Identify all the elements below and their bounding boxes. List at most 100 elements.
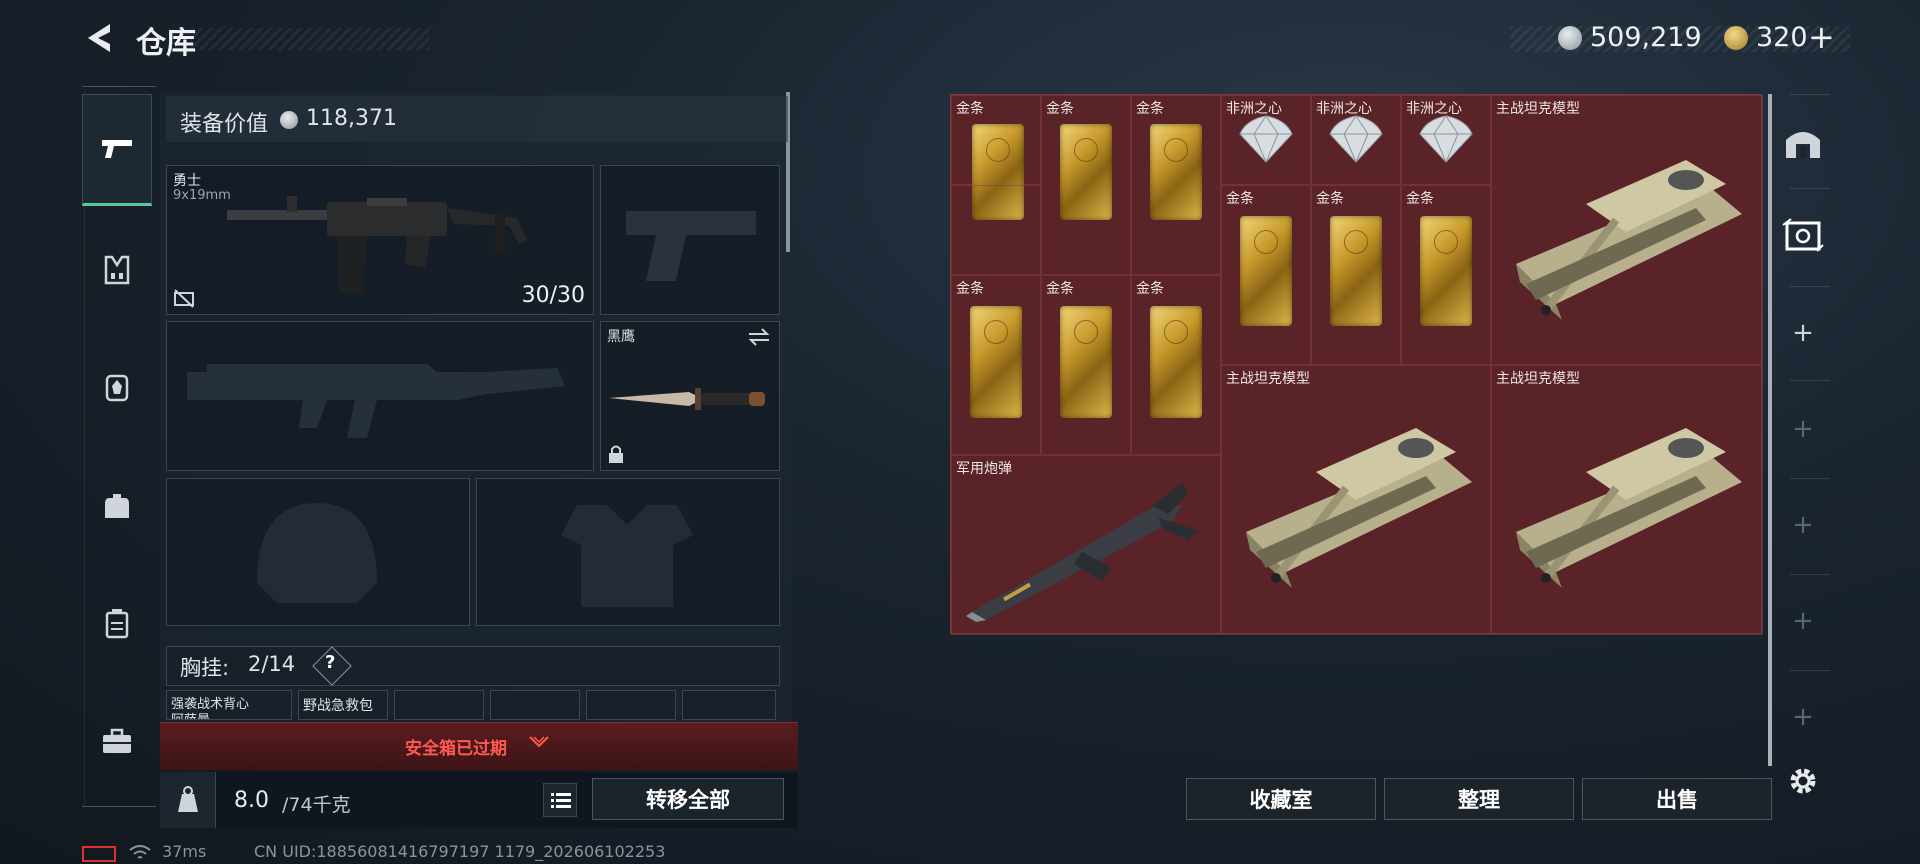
side-divider	[1790, 574, 1830, 575]
nav-tab-armor[interactable]	[82, 235, 152, 305]
melee-slot[interactable]: 黑鹰	[600, 321, 780, 471]
chest-slot[interactable]	[394, 690, 484, 720]
side-divider	[1790, 94, 1830, 95]
back-arrow-icon	[88, 24, 110, 52]
tank-model-image	[1516, 428, 1742, 588]
side-divider	[1790, 670, 1830, 671]
helmet-slot[interactable]	[166, 478, 470, 626]
chest-slot[interactable]	[682, 690, 776, 720]
stash-item-tank-model[interactable]: 主战坦克模型	[1491, 365, 1763, 635]
gold-bar-image	[1060, 306, 1112, 418]
battery-icon	[82, 846, 116, 862]
stash-item-military-shell[interactable]: 军用炮弹	[951, 455, 1221, 635]
stash-arch-icon	[1786, 132, 1820, 158]
chest-rig-count: 2/14	[248, 652, 296, 676]
chest-slot[interactable]: 野战急救包	[298, 690, 388, 720]
gear-value: 118,371	[306, 106, 397, 131]
nav-tab-case[interactable]	[82, 588, 152, 658]
toolbox-icon	[103, 728, 131, 753]
nav-tab-backpack[interactable]	[82, 470, 152, 540]
pistol-icon	[102, 140, 132, 158]
gear-value-label: 装备价值	[180, 112, 269, 137]
add-currency-button[interactable]: +	[1808, 18, 1835, 56]
page-title: 仓库	[136, 26, 196, 61]
rifle-silhouette-icon	[187, 364, 565, 438]
collection-room-button[interactable]: 收藏室	[1186, 778, 1376, 820]
stash-item-tank-model[interactable]: 主战坦克模型	[1221, 365, 1491, 635]
item-label: 金条	[1406, 191, 1434, 207]
side-divider	[1790, 380, 1830, 381]
gold-bar-image	[1150, 124, 1202, 220]
side-tab-stash[interactable]	[1780, 120, 1826, 166]
item-label: 金条	[1136, 101, 1164, 117]
secondary-weapon-slot[interactable]	[166, 321, 594, 471]
stash-item-diamond[interactable]: 非洲之心	[1401, 95, 1491, 185]
weight-max: /74千克	[282, 794, 351, 816]
stash-item-gold-bar[interactable]: 金条	[1041, 95, 1131, 275]
missile-image	[966, 482, 1198, 622]
nav-tab-chest-rig[interactable]	[82, 352, 152, 422]
help-question-mark: ?	[325, 652, 336, 673]
back-button[interactable]	[82, 20, 118, 56]
no-attachment-icon	[174, 289, 194, 308]
safe-box-icon	[1782, 218, 1824, 252]
chest-rig-label: 胸挂:	[180, 656, 230, 680]
add-storage-slot-button[interactable]: +	[1780, 502, 1826, 548]
body-armor-slot[interactable]	[476, 478, 780, 626]
tank-model-image	[1246, 428, 1472, 588]
add-storage-slot-button[interactable]: +	[1780, 694, 1826, 740]
stash-grid[interactable]: 金条 金条 金条 非洲之心 非洲之心 非洲之心 金条 金条 金条 金条 金条 金…	[950, 94, 1763, 635]
silver-currency-amount: 509,219	[1590, 22, 1702, 53]
settings-button[interactable]	[1780, 758, 1826, 804]
item-label: 主战坦克模型	[1226, 371, 1310, 387]
nav-top-line	[82, 86, 156, 87]
stash-item-diamond[interactable]: 非洲之心	[1311, 95, 1401, 185]
nav-tab-weapons[interactable]	[82, 94, 152, 206]
grid-cell[interactable]	[951, 185, 1041, 275]
add-storage-slot-button[interactable]: +	[1780, 598, 1826, 644]
gold-bar-image	[1420, 216, 1472, 326]
silver-coin-icon	[280, 111, 298, 129]
stash-item-gold-bar[interactable]: 金条	[1131, 275, 1221, 455]
primary-weapon-slot[interactable]: 勇士 9x19mm 30/30	[166, 165, 594, 315]
lock-icon	[609, 445, 623, 463]
tank-model-image	[1516, 160, 1742, 320]
stash-item-gold-bar[interactable]: 金条	[1311, 185, 1401, 365]
transfer-all-button[interactable]: 转移全部	[592, 778, 784, 820]
pistol-silhouette-icon	[626, 211, 756, 281]
stash-item-tank-model[interactable]: 主战坦克模型	[1491, 95, 1763, 365]
wifi-icon	[129, 845, 151, 859]
stash-item-gold-bar[interactable]: 金条	[1401, 185, 1491, 365]
add-storage-slot-button[interactable]: +	[1780, 310, 1826, 356]
stash-item-gold-bar[interactable]: 金条	[1131, 95, 1221, 275]
stash-item-gold-bar[interactable]: 金条	[951, 95, 1041, 220]
chevron-down-icon	[528, 734, 550, 754]
ping-value: 37ms	[162, 842, 207, 861]
add-storage-slot-button[interactable]: +	[1780, 406, 1826, 452]
chest-slot[interactable]	[586, 690, 676, 720]
organize-button[interactable]: 整理	[1384, 778, 1574, 820]
side-tab-storage[interactable]	[1780, 212, 1826, 258]
stash-item-gold-bar[interactable]: 金条	[951, 275, 1041, 455]
item-label: 金条	[956, 281, 984, 297]
ammo-count: 30/30	[521, 283, 585, 308]
secure-case-expired-text: 安全箱已过期	[405, 739, 507, 759]
gold-bar-image	[1150, 306, 1202, 418]
nav-tab-toolbox[interactable]	[82, 706, 152, 776]
stash-item-diamond[interactable]: 非洲之心	[1221, 95, 1311, 185]
stash-scrollbar[interactable]	[1768, 94, 1772, 766]
gold-coin-icon	[1724, 26, 1748, 50]
sell-button[interactable]: 出售	[1582, 778, 1772, 820]
diamond-image	[1329, 115, 1383, 164]
stash-item-gold-bar[interactable]: 金条	[1221, 185, 1311, 365]
chest-slot[interactable]: 强袭战术背心 阿萨曼	[166, 690, 292, 720]
swap-icon[interactable]	[747, 328, 771, 346]
diamond-image	[1419, 115, 1473, 164]
gold-bar-image	[970, 306, 1022, 418]
list-view-button[interactable]	[543, 783, 577, 817]
gold-bar-image	[1240, 216, 1292, 326]
stash-item-gold-bar[interactable]: 金条	[1041, 275, 1131, 455]
sidearm-slot[interactable]	[600, 165, 780, 315]
gold-bar-image	[1330, 216, 1382, 326]
chest-slot[interactable]	[490, 690, 580, 720]
